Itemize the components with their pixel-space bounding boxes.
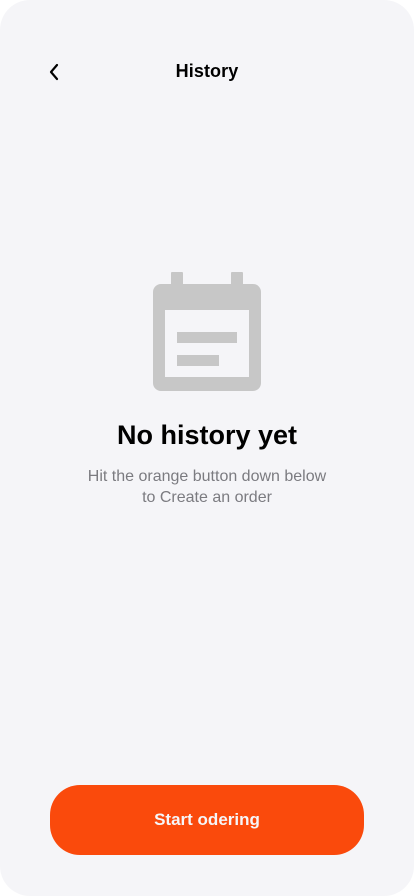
- page-title: History: [175, 61, 239, 81]
- history-screen: History No history yet Hit the orange bu…: [0, 0, 414, 896]
- calendar-icon: [153, 272, 261, 391]
- empty-state-title: No history yet: [116, 420, 298, 450]
- empty-state-subtitle: Hit the orange button down below to Crea…: [87, 468, 327, 507]
- start-ordering-button[interactable]: Start odering: [50, 785, 364, 855]
- empty-state: No history yet Hit the orange button dow…: [0, 272, 414, 509]
